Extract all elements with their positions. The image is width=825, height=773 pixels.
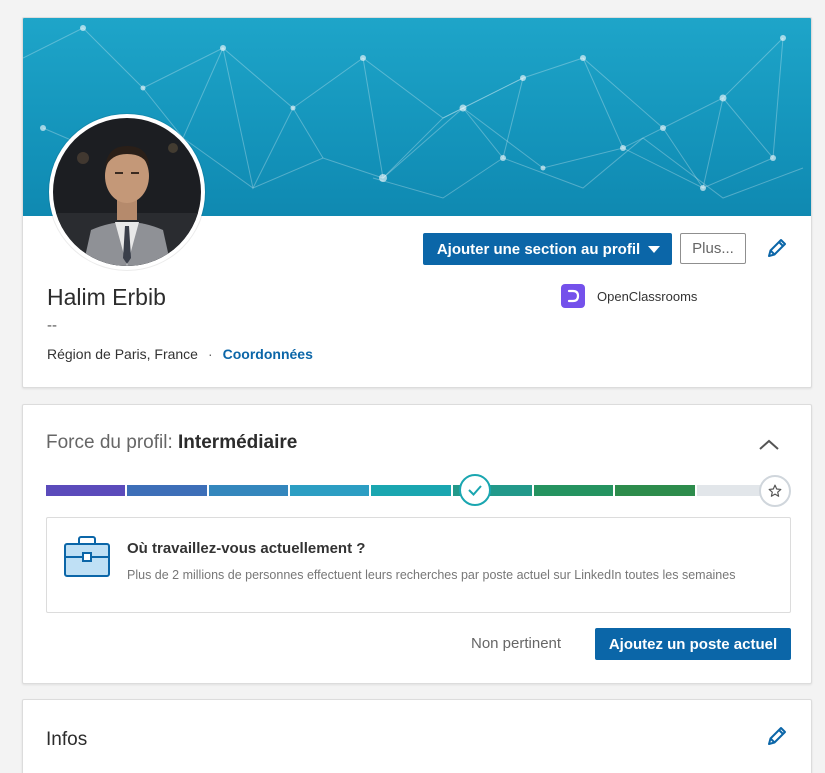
strength-segment <box>290 485 370 496</box>
company-logo-icon <box>561 284 585 308</box>
strength-segment <box>371 485 451 496</box>
caret-down-icon <box>648 246 660 253</box>
star-icon <box>759 475 791 507</box>
company-name: OpenClassrooms <box>597 288 698 304</box>
strength-segment <box>615 485 695 496</box>
about-title: Infos <box>46 729 88 750</box>
briefcase-icon <box>63 535 111 584</box>
strength-segment <box>127 485 207 496</box>
edit-pencil-icon[interactable] <box>765 724 789 748</box>
profile-strength-level: Intermédiaire <box>178 432 298 453</box>
separator-dot: · <box>207 346 213 362</box>
suggestion-description: Plus de 2 millions de personnes effectue… <box>127 568 736 582</box>
strength-segment <box>534 485 614 496</box>
suggestion-title: Où travaillez-vous actuellement ? <box>127 540 366 557</box>
add-current-position-button[interactable]: Ajoutez un poste actuel <box>595 628 791 660</box>
strength-segment <box>46 485 126 496</box>
profile-headline: -- <box>47 317 57 334</box>
profile-photo[interactable] <box>49 114 205 270</box>
profile-card: Ajouter une section au profil Plus... Ha… <box>22 17 812 388</box>
suggestion-box: Où travaillez-vous actuellement ? Plus d… <box>46 517 791 613</box>
edit-pencil-icon[interactable] <box>765 236 789 260</box>
profile-location: Région de Paris, France <box>47 346 198 362</box>
add-profile-section-label: Ajouter une section au profil <box>436 240 641 258</box>
profile-name: Halim Erbib <box>47 284 166 310</box>
profile-strength-title: Force du profil: Intermédiaire <box>46 432 297 454</box>
profile-strength-label: Force du profil: <box>46 432 173 453</box>
add-profile-section-button[interactable]: Ajouter une section au profil <box>423 233 672 265</box>
strength-segment <box>208 485 288 496</box>
profile-strength-card: Force du profil: Intermédiaire Où travai… <box>22 404 812 684</box>
not-relevant-button[interactable]: Non pertinent <box>471 635 561 652</box>
contact-info-link[interactable]: Coordonnées <box>223 346 313 362</box>
more-button[interactable]: Plus... <box>680 233 746 264</box>
checkmark-icon <box>459 474 491 506</box>
current-company[interactable]: OpenClassrooms <box>561 284 697 308</box>
chevron-up-icon[interactable] <box>758 436 780 454</box>
profile-strength-meter <box>46 485 776 496</box>
about-card: Infos <box>22 699 812 773</box>
profile-location-line: Région de Paris, France · Coordonnées <box>47 346 313 362</box>
